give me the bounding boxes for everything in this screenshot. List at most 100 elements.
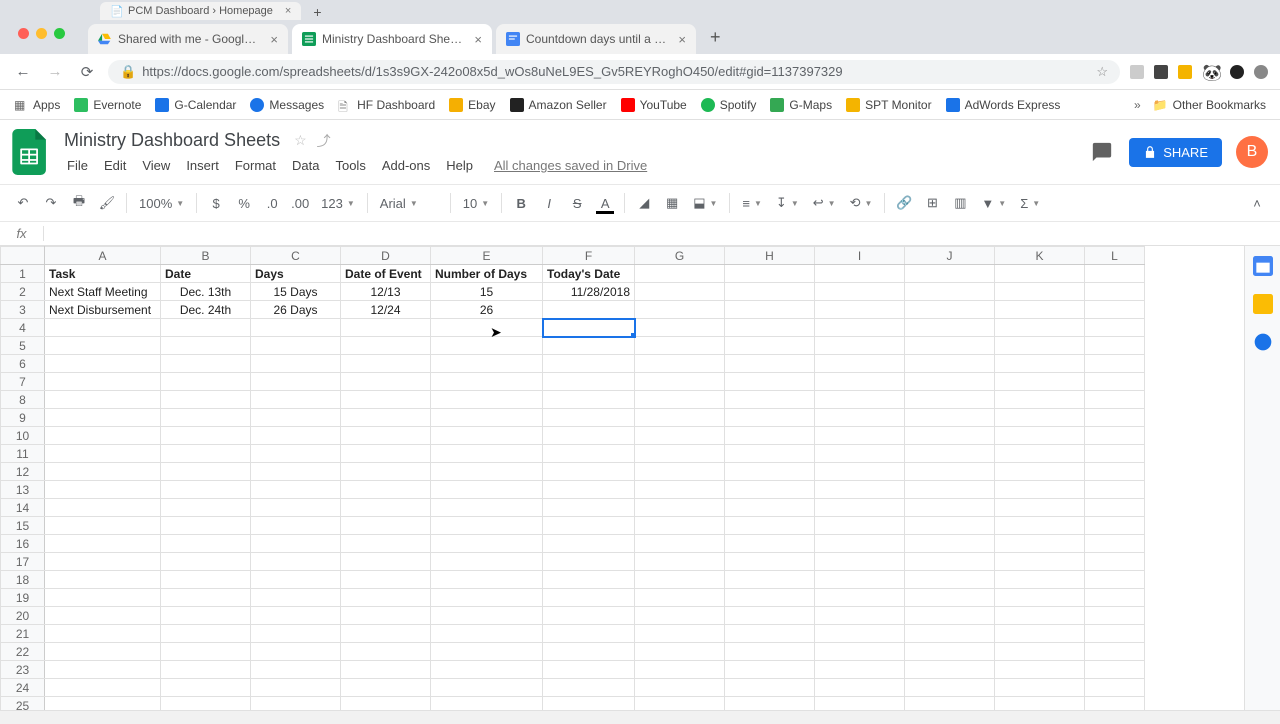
cell[interactable] <box>431 643 543 661</box>
menu-format[interactable]: Format <box>228 155 283 176</box>
cell[interactable] <box>1085 625 1145 643</box>
column-header[interactable]: B <box>161 247 251 265</box>
cell[interactable] <box>995 553 1085 571</box>
cell[interactable] <box>543 409 635 427</box>
cell[interactable] <box>543 499 635 517</box>
cell[interactable] <box>725 517 815 535</box>
cell[interactable]: Next Disbursement <box>45 301 161 319</box>
chrome-top-tab[interactable]: 📄 PCM Dashboard › Homepage × <box>100 2 301 20</box>
row-header[interactable]: 22 <box>1 643 45 661</box>
row-header[interactable]: 21 <box>1 625 45 643</box>
undo-button[interactable]: ↶ <box>10 190 36 216</box>
cell[interactable] <box>1085 553 1145 571</box>
cell[interactable] <box>725 697 815 711</box>
cell[interactable] <box>431 445 543 463</box>
cell[interactable] <box>543 571 635 589</box>
cell[interactable] <box>45 607 161 625</box>
cell[interactable] <box>725 265 815 283</box>
cell[interactable] <box>161 409 251 427</box>
cell[interactable] <box>251 499 341 517</box>
cell[interactable] <box>725 409 815 427</box>
cell[interactable] <box>995 607 1085 625</box>
row-header[interactable]: 17 <box>1 553 45 571</box>
cell[interactable] <box>725 337 815 355</box>
row-header[interactable]: 6 <box>1 355 45 373</box>
cell[interactable] <box>431 661 543 679</box>
column-header[interactable]: F <box>543 247 635 265</box>
cell[interactable] <box>45 643 161 661</box>
cell[interactable] <box>635 625 725 643</box>
cell[interactable] <box>431 697 543 711</box>
cell[interactable] <box>45 517 161 535</box>
apps-bookmark[interactable]: ▦Apps <box>14 98 60 112</box>
cell[interactable] <box>45 553 161 571</box>
cell[interactable] <box>251 445 341 463</box>
cell[interactable] <box>431 679 543 697</box>
reload-button[interactable]: ⟳ <box>76 61 98 83</box>
row-header[interactable]: 24 <box>1 679 45 697</box>
cell[interactable] <box>431 499 543 517</box>
cell[interactable] <box>251 697 341 711</box>
cell[interactable] <box>995 373 1085 391</box>
bold-button[interactable]: B <box>508 190 534 216</box>
cell[interactable] <box>815 607 905 625</box>
cell[interactable] <box>251 373 341 391</box>
cell[interactable] <box>815 481 905 499</box>
cell[interactable] <box>995 535 1085 553</box>
cell[interactable] <box>45 373 161 391</box>
cell[interactable] <box>543 589 635 607</box>
cell[interactable] <box>635 427 725 445</box>
cell[interactable] <box>905 643 995 661</box>
cell[interactable] <box>815 517 905 535</box>
cell[interactable] <box>543 463 635 481</box>
ext-icon[interactable] <box>1154 65 1168 79</box>
cell[interactable] <box>635 337 725 355</box>
cell[interactable] <box>725 301 815 319</box>
cell[interactable] <box>1085 373 1145 391</box>
font-family-dropdown[interactable]: Arial▼ <box>374 196 444 211</box>
horizontal-align-button[interactable]: ≡▼ <box>736 196 768 211</box>
cell[interactable] <box>543 301 635 319</box>
cell[interactable] <box>161 319 251 337</box>
cell[interactable] <box>251 337 341 355</box>
row-header[interactable]: 23 <box>1 661 45 679</box>
move-document-icon[interactable]: ⤴ <box>317 131 331 151</box>
cell[interactable] <box>543 373 635 391</box>
cell[interactable] <box>341 481 431 499</box>
paint-format-button[interactable]: 🖌 <box>94 190 120 216</box>
cell[interactable] <box>341 589 431 607</box>
cell[interactable] <box>431 553 543 571</box>
cell[interactable] <box>251 589 341 607</box>
cell[interactable] <box>635 607 725 625</box>
cell[interactable] <box>635 589 725 607</box>
menu-edit[interactable]: Edit <box>97 155 133 176</box>
bookmark-youtube[interactable]: YouTube <box>621 98 687 112</box>
filter-button[interactable]: ▼▼ <box>975 196 1012 211</box>
row-header[interactable]: 11 <box>1 445 45 463</box>
cell[interactable] <box>815 499 905 517</box>
cell[interactable] <box>815 337 905 355</box>
cell[interactable] <box>815 265 905 283</box>
cell[interactable] <box>251 625 341 643</box>
cell[interactable]: 15 <box>431 283 543 301</box>
cell[interactable] <box>725 481 815 499</box>
cell[interactable] <box>431 481 543 499</box>
cell[interactable] <box>995 499 1085 517</box>
cell[interactable] <box>725 625 815 643</box>
cell[interactable] <box>1085 391 1145 409</box>
sheets-home-button[interactable] <box>12 129 48 175</box>
row-header[interactable]: 16 <box>1 535 45 553</box>
cell[interactable] <box>635 553 725 571</box>
cell[interactable] <box>161 463 251 481</box>
cell[interactable] <box>543 535 635 553</box>
cell[interactable] <box>815 643 905 661</box>
column-header[interactable]: L <box>1085 247 1145 265</box>
cell[interactable] <box>725 643 815 661</box>
cell[interactable] <box>995 283 1085 301</box>
cell[interactable] <box>45 499 161 517</box>
row-header[interactable]: 15 <box>1 517 45 535</box>
bookmark-messages[interactable]: Messages <box>250 98 324 112</box>
cell[interactable] <box>725 391 815 409</box>
cell[interactable] <box>45 463 161 481</box>
cell[interactable] <box>45 427 161 445</box>
